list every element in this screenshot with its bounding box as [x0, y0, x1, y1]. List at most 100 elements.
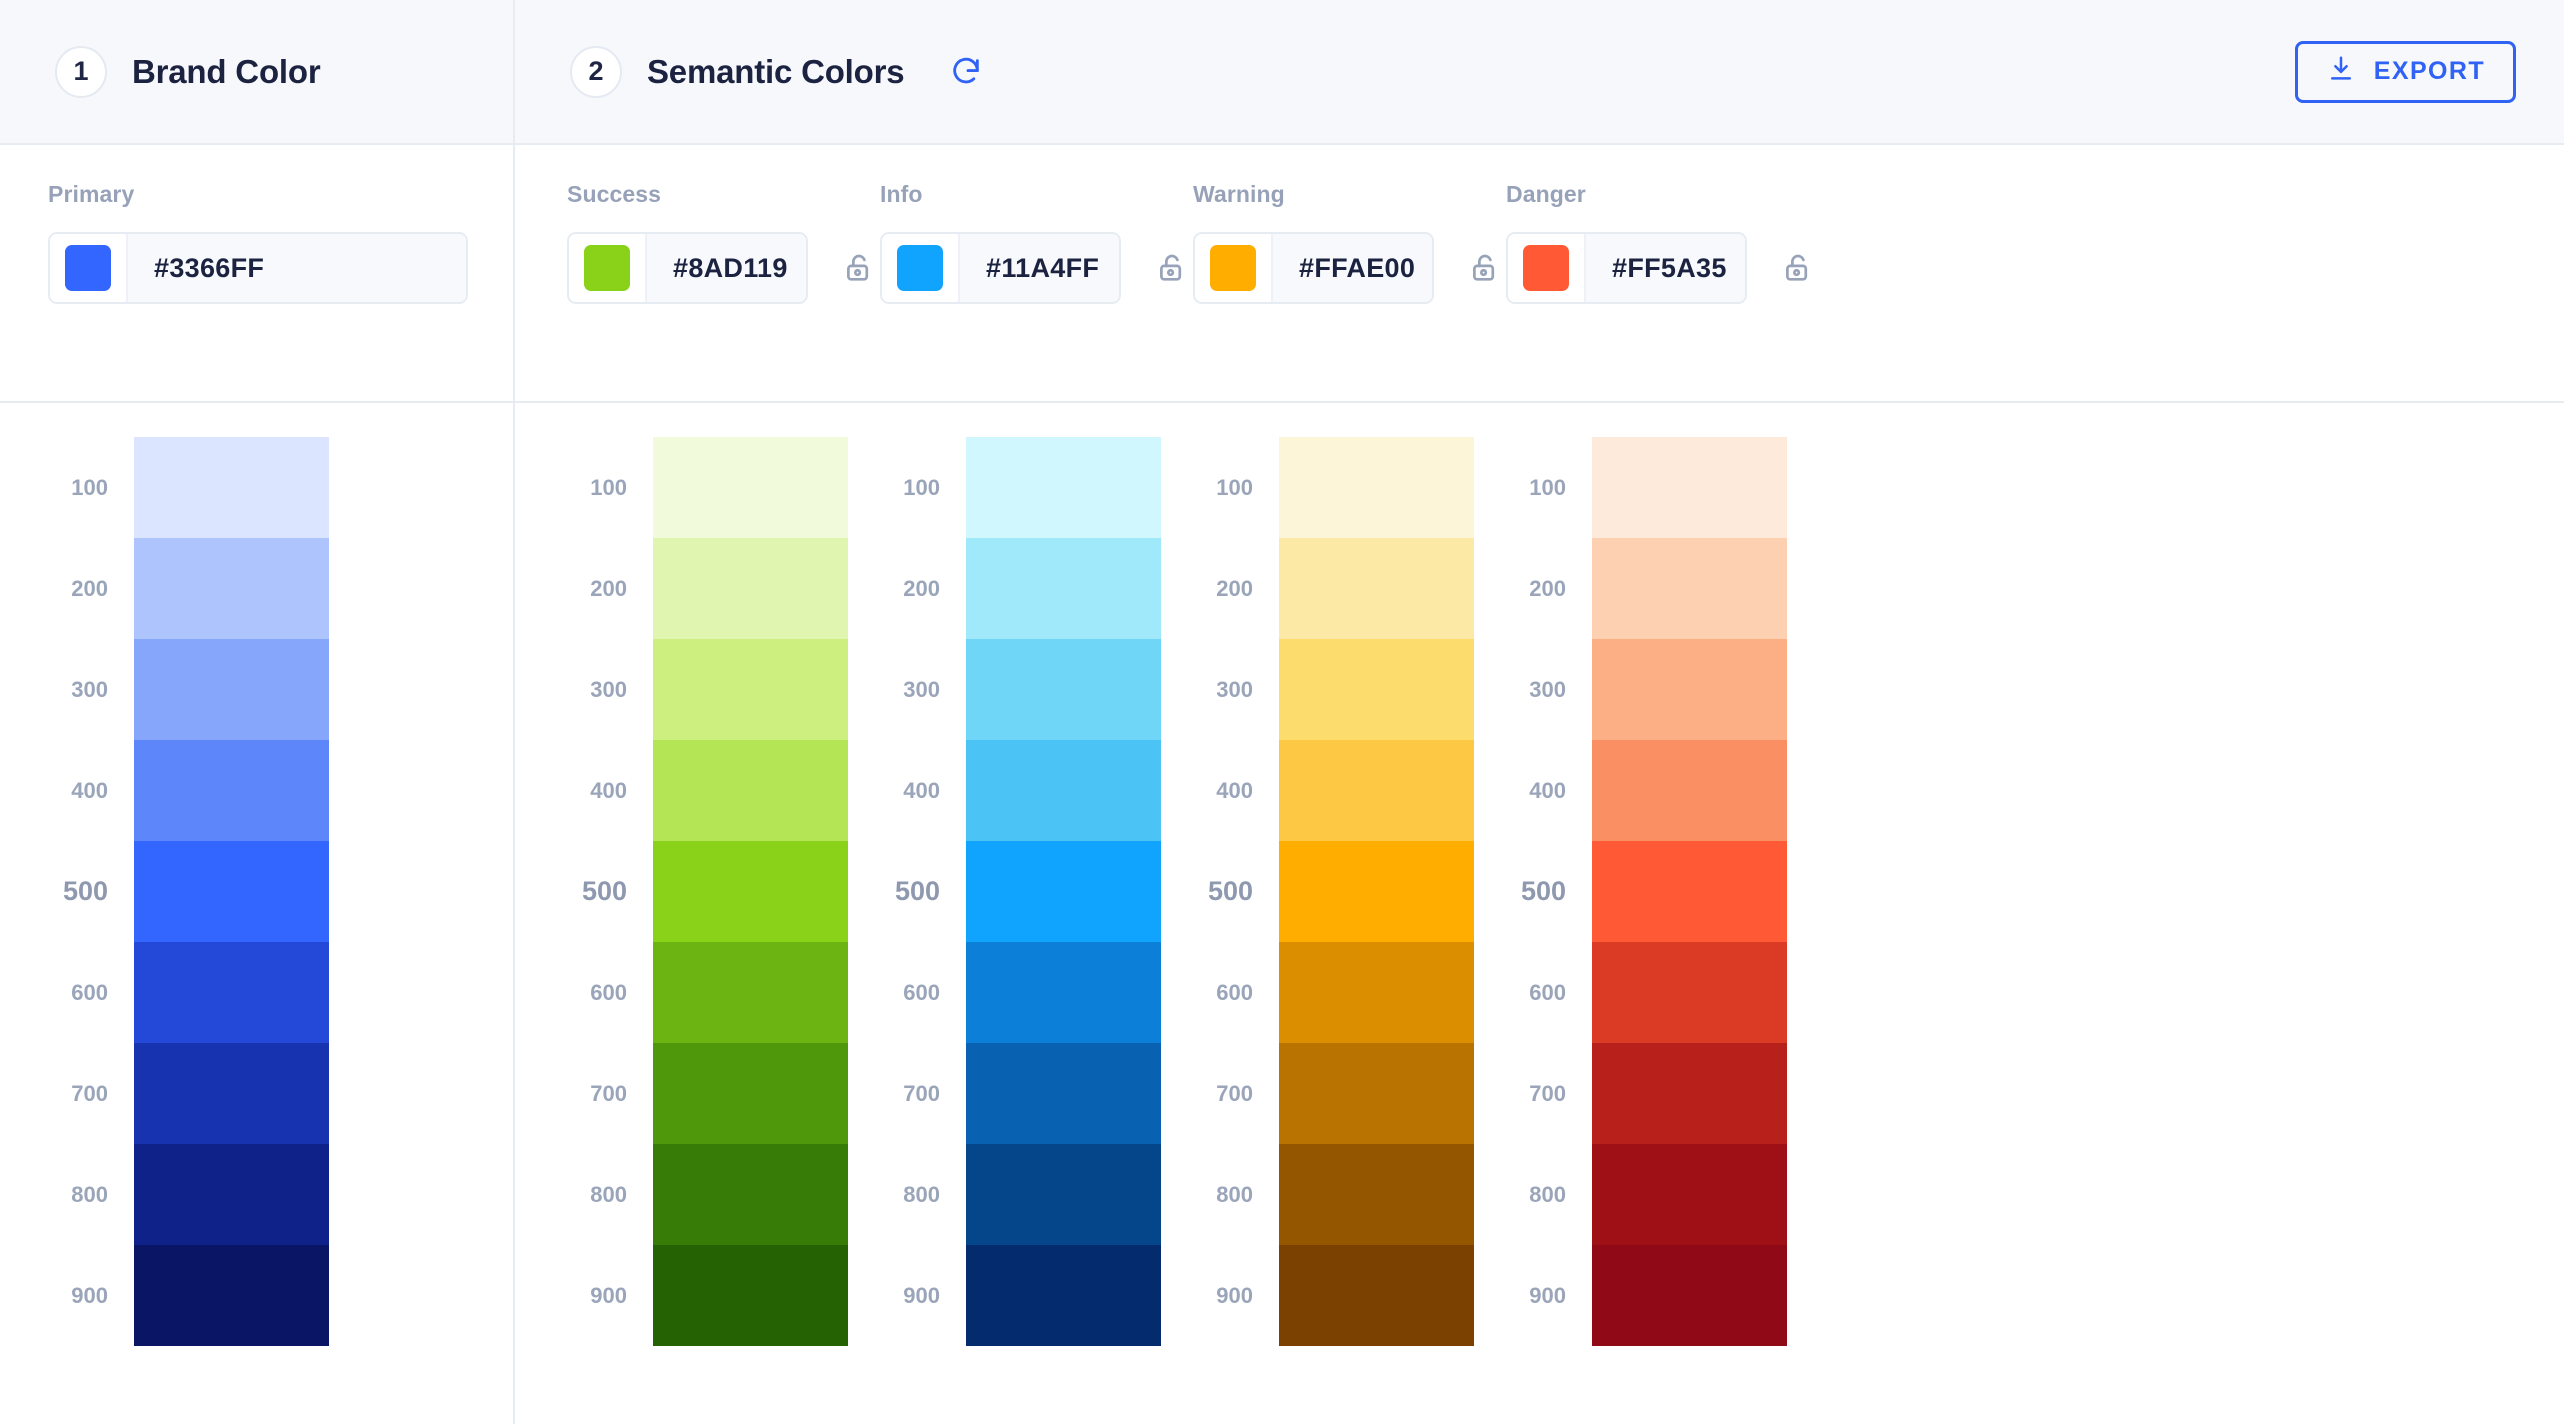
ramp-swatch[interactable] [653, 942, 848, 1043]
primary-swatch-button[interactable] [50, 234, 128, 302]
ramp-swatch[interactable] [966, 942, 1161, 1043]
ramp-swatch[interactable] [134, 740, 329, 841]
semantic-hex-input[interactable]: #11A4FF [960, 234, 1119, 302]
ramp-shade-label: 100 [1529, 474, 1566, 500]
ramp-swatch[interactable] [1279, 1043, 1474, 1144]
ramp-swatch[interactable] [966, 740, 1161, 841]
ramp-swatch[interactable] [1279, 1245, 1474, 1346]
primary-color-field: Primary #3366FF [48, 145, 468, 401]
primary-hex-input[interactable]: #3366FF [128, 234, 466, 302]
ramp-shade-label: 200 [1529, 575, 1566, 601]
ramp-swatch[interactable] [653, 639, 848, 740]
ramp-swatch[interactable] [1592, 841, 1787, 942]
ramp-shade-label: 700 [590, 1080, 627, 1106]
ramp-swatch[interactable] [1279, 841, 1474, 942]
semantic-input-row: Success #8AD119 Info #11A4FF Warning #FFAE00 D… [515, 145, 2564, 403]
ramp-labels-warning: 100 200 300 400 500 600 700 800 900 [1193, 437, 1279, 1346]
ramp-swatch[interactable] [134, 1043, 329, 1144]
export-button[interactable]: EXPORT [2294, 40, 2516, 103]
ramp-column-primary [134, 437, 329, 1346]
semantic-field-control: #FFAE00 [1193, 232, 1506, 304]
ramp-shade-label: 500 [894, 876, 940, 906]
ramp-shade-label: 600 [590, 979, 627, 1005]
ramp-labels-info: 100 200 300 400 500 600 700 800 900 [880, 437, 966, 1346]
ramp-swatch[interactable] [653, 740, 848, 841]
ramp-labels-primary: 100 200 300 400 500 600 700 800 900 [48, 437, 134, 1346]
semantic-section-header: 2 Semantic Colors EXPORT [515, 0, 2564, 143]
ramp-swatch[interactable] [1279, 639, 1474, 740]
semantic-ramps: 100 200 300 400 500 600 700 800 900 100 200 300 400 5… [567, 437, 1819, 1346]
ramp-swatch[interactable] [966, 639, 1161, 740]
ramp-swatch[interactable] [134, 942, 329, 1043]
ramp-column-danger [1592, 437, 1787, 1346]
ramp-swatch[interactable] [134, 841, 329, 942]
color-palette-generator: 1 Brand Color 2 Semantic Colors EXPORT P… [0, 0, 2564, 1424]
ramp-swatch[interactable] [966, 1043, 1161, 1144]
semantic-color-input[interactable]: #FFAE00 [1193, 232, 1434, 304]
semantic-hex-input[interactable]: #8AD119 [647, 234, 806, 302]
ramp-swatch[interactable] [653, 538, 848, 639]
ramp-swatch[interactable] [653, 437, 848, 538]
ramp-group-primary: 100 200 300 400 500 600 700 800 900 [48, 437, 329, 1346]
ramp-swatch[interactable] [966, 841, 1161, 942]
ramp-swatch[interactable] [134, 639, 329, 740]
toolbar: 1 Brand Color 2 Semantic Colors EXPORT [0, 0, 2564, 145]
ramp-swatch[interactable] [653, 1144, 848, 1245]
ramp-swatch[interactable] [653, 1043, 848, 1144]
ramp-column-success [653, 437, 848, 1346]
semantic-swatch-button[interactable] [882, 234, 960, 302]
ramp-swatch[interactable] [1592, 942, 1787, 1043]
unlock-icon[interactable] [1151, 247, 1193, 289]
ramp-swatch[interactable] [134, 538, 329, 639]
ramp-shade-label: 800 [1216, 1181, 1253, 1207]
ramp-swatch[interactable] [1592, 538, 1787, 639]
ramp-swatch[interactable] [966, 538, 1161, 639]
ramp-shade-label: 100 [903, 474, 940, 500]
semantic-color-input[interactable]: #8AD119 [567, 232, 808, 304]
refresh-icon[interactable] [946, 52, 986, 92]
main-content: Primary #3366FF 100 200 300 400 500 600 700 800… [0, 145, 2564, 1424]
ramp-swatch[interactable] [966, 1245, 1161, 1346]
ramp-shade-label: 800 [590, 1181, 627, 1207]
ramp-shade-label: 900 [590, 1282, 627, 1308]
ramp-swatch[interactable] [134, 1245, 329, 1346]
brand-section-header: 1 Brand Color [0, 0, 515, 143]
ramp-swatch[interactable] [1592, 437, 1787, 538]
ramp-swatch[interactable] [1279, 1144, 1474, 1245]
ramp-shade-label: 200 [590, 575, 627, 601]
ramp-swatch[interactable] [1592, 1043, 1787, 1144]
semantic-field-control: #8AD119 [567, 232, 880, 304]
semantic-hex-input[interactable]: #FFAE00 [1273, 234, 1432, 302]
brand-color-panel: Primary #3366FF 100 200 300 400 500 600 700 800… [0, 145, 515, 1424]
semantic-swatch-button[interactable] [569, 234, 647, 302]
ramp-swatch[interactable] [1592, 740, 1787, 841]
semantic-swatch-button[interactable] [1195, 234, 1273, 302]
semantic-ramp-area: 100 200 300 400 500 600 700 800 900 100 200 300 400 5… [515, 403, 2564, 1346]
semantic-swatch [1210, 245, 1256, 291]
semantic-hex-input[interactable]: #FF5A35 [1586, 234, 1745, 302]
semantic-swatch-button[interactable] [1508, 234, 1586, 302]
unlock-icon[interactable] [1464, 247, 1506, 289]
ramp-swatch[interactable] [966, 1144, 1161, 1245]
semantic-field-label: Success [567, 181, 662, 207]
semantic-color-input[interactable]: #FF5A35 [1506, 232, 1747, 304]
ramp-swatch[interactable] [1592, 1245, 1787, 1346]
ramp-shade-label: 400 [1216, 777, 1253, 803]
ramp-swatch[interactable] [1279, 538, 1474, 639]
ramp-swatch[interactable] [653, 1245, 848, 1346]
ramp-swatch[interactable] [1279, 740, 1474, 841]
ramp-swatch[interactable] [1279, 437, 1474, 538]
unlock-icon[interactable] [1777, 247, 1819, 289]
ramp-swatch[interactable] [134, 1144, 329, 1245]
ramp-swatch[interactable] [134, 437, 329, 538]
ramp-swatch[interactable] [1592, 1144, 1787, 1245]
ramp-shade-label: 500 [581, 876, 627, 906]
ramp-swatch[interactable] [966, 437, 1161, 538]
primary-color-input[interactable]: #3366FF [48, 232, 468, 304]
ramp-swatch[interactable] [1279, 942, 1474, 1043]
ramp-swatch[interactable] [1592, 639, 1787, 740]
unlock-icon[interactable] [838, 247, 880, 289]
semantic-color-input[interactable]: #11A4FF [880, 232, 1121, 304]
ramp-swatch[interactable] [653, 841, 848, 942]
ramp-shade-label: 400 [1529, 777, 1566, 803]
